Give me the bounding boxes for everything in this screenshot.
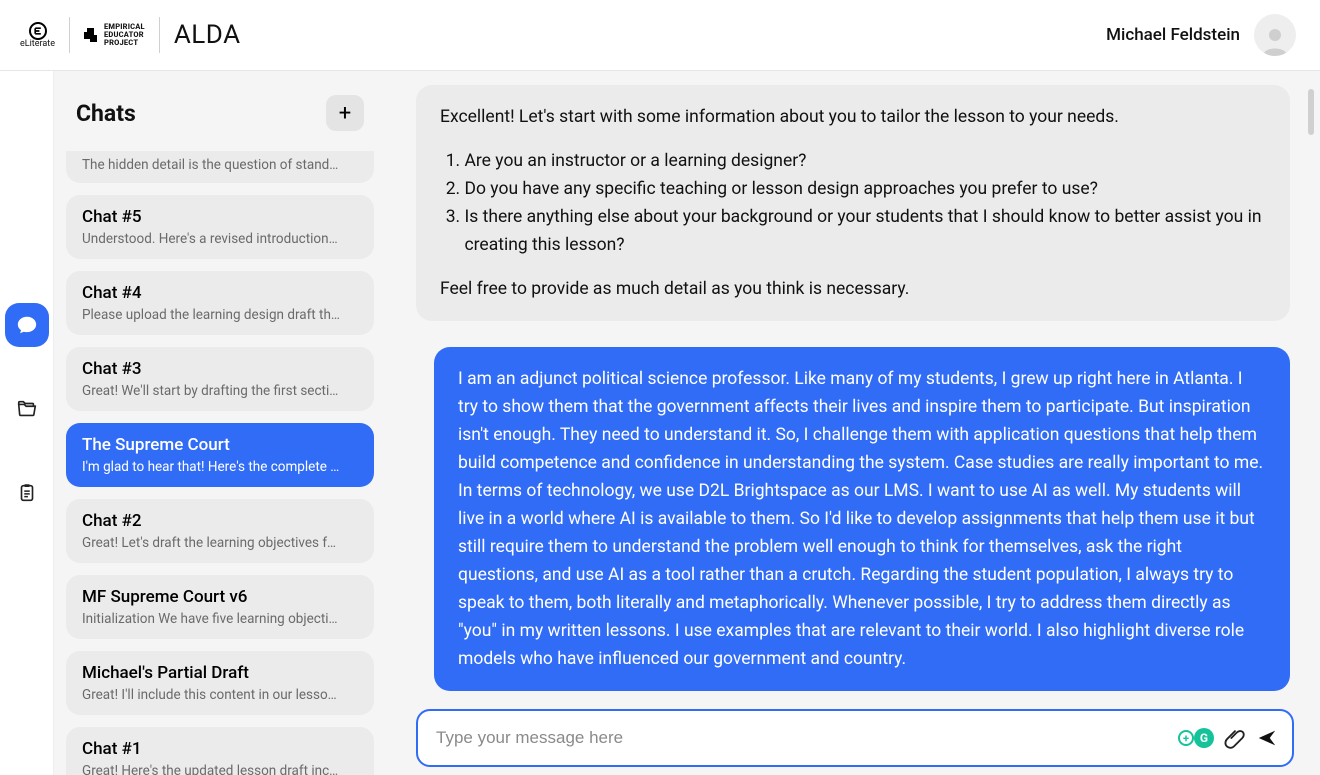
sidebar-item-chat[interactable]: Chat #1 Great! Here's the updated lesson…	[66, 727, 374, 775]
chat-item-title: Michael's Partial Draft	[82, 663, 358, 683]
message-text: Do you have any specific teaching or les…	[465, 175, 1267, 203]
sidebar-item-chat[interactable]: Michael's Partial Draft Great! I'll incl…	[66, 651, 374, 715]
eep-icon	[84, 28, 100, 42]
chat-item-preview: Great! I'll include this content in our …	[82, 687, 358, 703]
grammarly-icon: G	[1194, 728, 1214, 748]
chat-item-title: Chat #4	[82, 283, 358, 303]
eep-text: EMPIRICAL EDUCATOR PROJECT	[104, 23, 145, 47]
chat-item-title: Chat #2	[82, 511, 358, 531]
nav-chats[interactable]	[5, 303, 49, 347]
message-input[interactable]	[436, 728, 1168, 748]
plus-icon: +	[339, 101, 351, 126]
message-user: I am an adjunct political science profes…	[434, 347, 1290, 691]
header-left: eLiterate EMPIRICAL EDUCATOR PROJECT ALD…	[20, 17, 241, 53]
chat-item-title: Chat #1	[82, 739, 358, 759]
chat-item-title: Chat #3	[82, 359, 358, 379]
user-name[interactable]: Michael Feldstein	[1106, 25, 1240, 45]
scrollbar-thumb[interactable]	[1308, 89, 1314, 135]
sidebar-item-chat[interactable]: Chat #5 Understood. Here's a revised int…	[66, 195, 374, 259]
paperclip-icon	[1224, 727, 1246, 749]
clipboard-icon	[16, 482, 38, 504]
nav-files[interactable]	[5, 387, 49, 431]
send-button[interactable]	[1256, 727, 1278, 749]
folder-icon	[16, 398, 38, 420]
sidebar-header: Chats +	[54, 71, 386, 151]
message-list[interactable]: Excellent! Let's start with some informa…	[416, 85, 1294, 697]
sidebar-item-chat[interactable]: Chat #2 Great! Let's draft the learning …	[66, 499, 374, 563]
chat-list[interactable]: The hidden detail is the question of sta…	[54, 151, 386, 775]
chat-item-preview: Please upload the learning design draft …	[82, 307, 358, 323]
message-text: I am an adjunct political science profes…	[458, 365, 1266, 673]
logo-eep: EMPIRICAL EDUCATOR PROJECT	[84, 23, 145, 47]
grammarly-add-icon: +	[1178, 730, 1194, 746]
logo-alda: ALDA	[174, 20, 241, 50]
chat-item-preview: I'm glad to hear that! Here's the comple…	[82, 459, 358, 475]
nav-rail	[0, 71, 54, 775]
divider-icon	[159, 17, 160, 53]
attach-button[interactable]	[1224, 727, 1246, 749]
chat-item-title: MF Supreme Court v6	[82, 587, 358, 607]
logo-eliterate: eLiterate	[20, 22, 55, 49]
sidebar-item-chat[interactable]: Chat #4 Please upload the learning desig…	[66, 271, 374, 335]
sidebar-item-chat[interactable]: The hidden detail is the question of sta…	[66, 151, 374, 183]
conversation-pane: Excellent! Let's start with some informa…	[386, 71, 1320, 775]
chat-item-title: The Supreme Court	[82, 435, 358, 455]
chat-icon	[16, 314, 38, 336]
divider-icon	[69, 17, 70, 53]
sidebar: Chats + The hidden detail is the questio…	[54, 71, 386, 775]
app-body: Chats + The hidden detail is the questio…	[0, 71, 1320, 775]
message-text: Feel free to provide as much detail as y…	[440, 275, 1266, 303]
chat-item-preview: Great! Let's draft the learning objectiv…	[82, 535, 358, 551]
sidebar-item-chat[interactable]: Chat #3 Great! We'll start by drafting t…	[66, 347, 374, 411]
header-right: Michael Feldstein	[1106, 14, 1296, 56]
send-icon	[1256, 727, 1278, 749]
chat-item-preview: Understood. Here's a revised introductio…	[82, 231, 358, 247]
app-header: eLiterate EMPIRICAL EDUCATOR PROJECT ALD…	[0, 0, 1320, 71]
chat-item-preview: Great! We'll start by drafting the first…	[82, 383, 358, 399]
user-icon	[1259, 24, 1291, 56]
nav-tasks[interactable]	[5, 471, 49, 515]
chat-item-title: Chat #5	[82, 207, 358, 227]
message-input-container: + G	[416, 709, 1294, 767]
eliterate-text: eLiterate	[20, 40, 55, 49]
message-text: Is there anything else about your backgr…	[465, 203, 1267, 259]
sidebar-title: Chats	[76, 100, 136, 127]
sidebar-item-chat-active[interactable]: The Supreme Court I'm glad to hear that!…	[66, 423, 374, 487]
avatar[interactable]	[1254, 14, 1296, 56]
message-text: Excellent! Let's start with some informa…	[440, 103, 1266, 131]
message-text: Are you an instructor or a learning desi…	[465, 147, 1267, 175]
sidebar-item-chat[interactable]: MF Supreme Court v6 Initialization We ha…	[66, 575, 374, 639]
new-chat-button[interactable]: +	[326, 95, 364, 131]
grammarly-widget[interactable]: + G	[1178, 728, 1214, 748]
chat-item-preview: Great! Here's the updated lesson draft i…	[82, 763, 358, 775]
chat-item-preview: Initialization We have five learning obj…	[82, 611, 358, 627]
message-assistant: Excellent! Let's start with some informa…	[416, 85, 1290, 321]
eliterate-icon	[29, 22, 47, 40]
chat-item-preview: The hidden detail is the question of sta…	[82, 157, 358, 173]
